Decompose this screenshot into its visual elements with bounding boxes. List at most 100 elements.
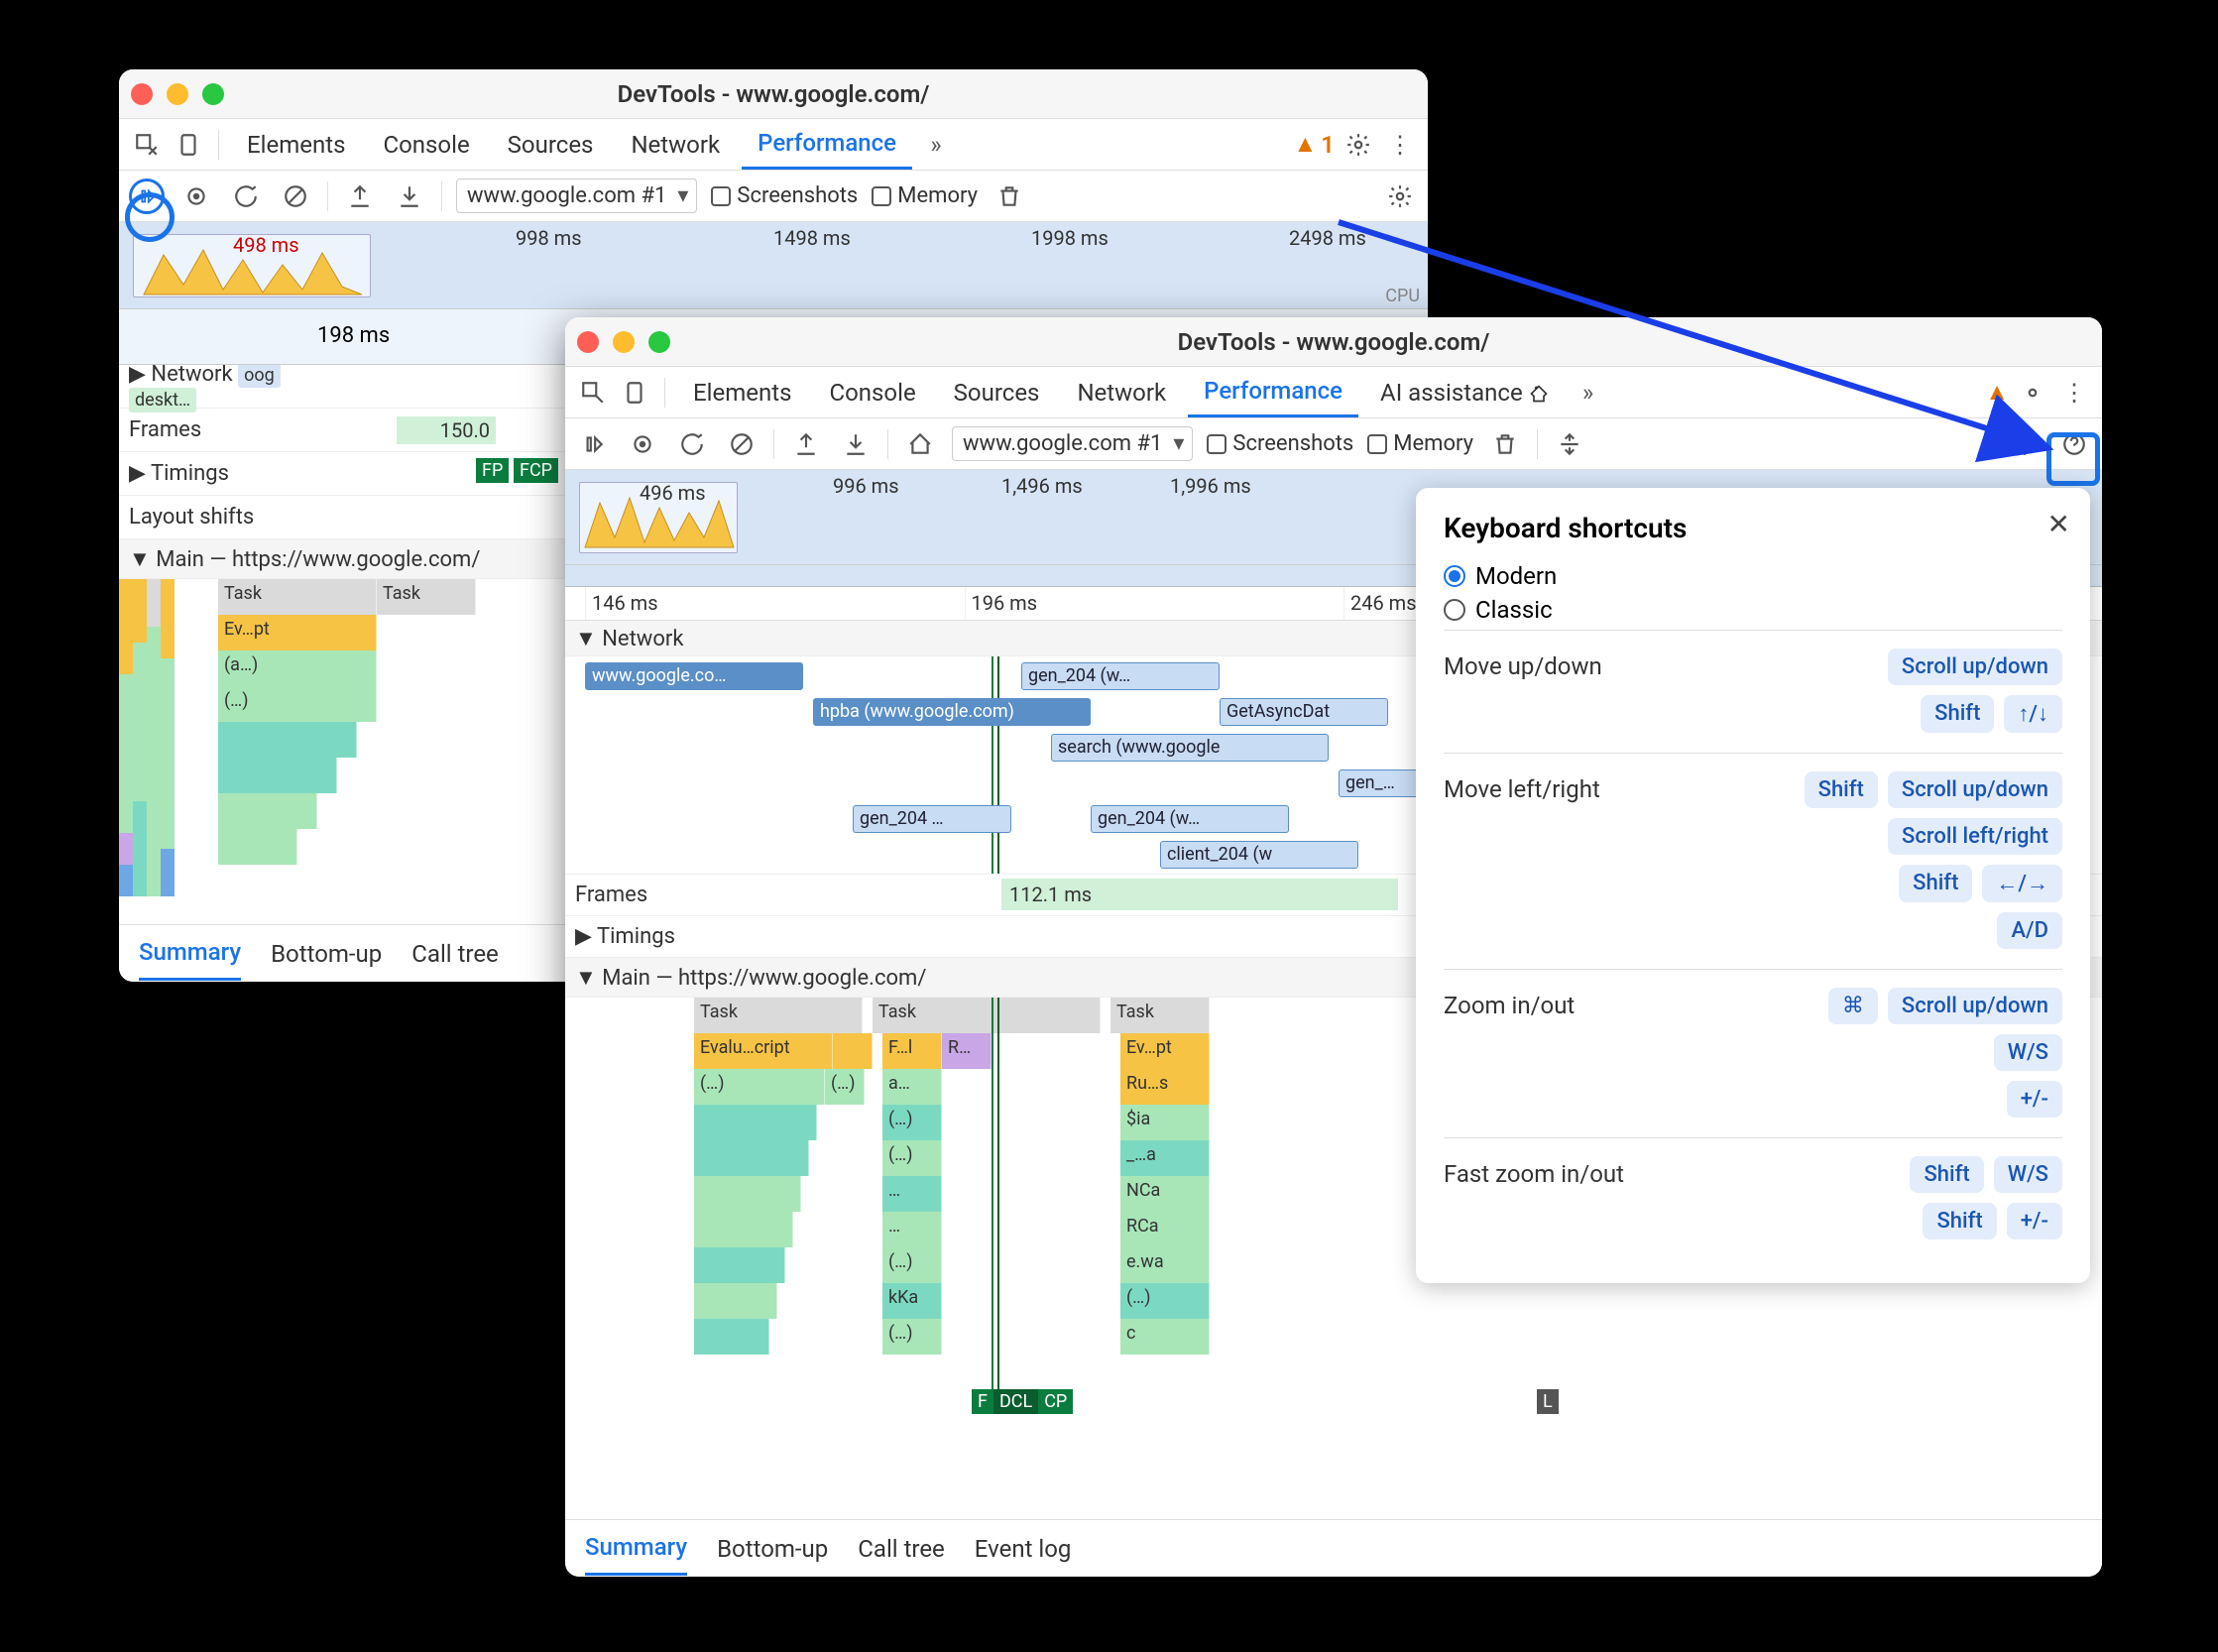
trash-icon[interactable] — [1487, 426, 1523, 462]
shortcut-key: Shift — [1923, 1203, 1996, 1239]
record-icon[interactable] — [625, 426, 660, 462]
recording-dropdown[interactable]: www.google.com #1 — [456, 178, 697, 213]
shortcut-label: Fast zoom in/out — [1444, 1156, 1910, 1188]
tab-sources[interactable]: Sources — [938, 369, 1056, 416]
trash-icon[interactable] — [992, 178, 1027, 214]
perf-toolbar: www.google.com #1 Screenshots Memory — [119, 171, 1428, 222]
tab-performance[interactable]: Performance — [742, 119, 912, 170]
reload-icon[interactable] — [228, 178, 264, 214]
overview-minimap-2: 496 ms — [579, 482, 738, 553]
overview-minimap: 498 ms — [133, 234, 371, 297]
shortcut-key: +/- — [2007, 1203, 2062, 1239]
bottomup-tab[interactable]: Bottom-up — [717, 1523, 828, 1575]
traffic-lights — [131, 83, 224, 105]
settings-icon[interactable] — [1382, 178, 1418, 214]
network-request[interactable]: gen_204 … — [853, 805, 1011, 833]
zoom-dot[interactable] — [202, 83, 224, 105]
inspect-icon[interactable] — [129, 127, 165, 163]
zoom-dot[interactable] — [648, 331, 670, 353]
network-request[interactable]: GetAsyncDat — [1220, 698, 1388, 726]
more-tabs-icon[interactable]: » — [918, 127, 954, 163]
gear-icon[interactable] — [2015, 375, 2050, 411]
download-icon[interactable] — [392, 178, 427, 214]
tab-elements[interactable]: Elements — [677, 369, 807, 416]
kebab-icon[interactable]: ⋮ — [1382, 127, 1418, 163]
minimize-dot[interactable] — [613, 331, 635, 353]
titlebar-2: DevTools - www.google.com/ — [565, 317, 2102, 367]
bottomup-tab[interactable]: Bottom-up — [271, 928, 382, 980]
settings-icon[interactable] — [2007, 426, 2043, 462]
summary-tabbar-2: Summary Bottom-up Call tree Event log — [565, 1519, 2102, 1577]
collapse-icon[interactable] — [1552, 426, 1587, 462]
device-icon[interactable] — [171, 127, 206, 163]
radio-classic[interactable]: Classic — [1444, 596, 2062, 624]
download-icon[interactable] — [838, 426, 874, 462]
network-request[interactable]: client_204 (w — [1160, 841, 1358, 869]
shortcut-key: Scroll up/down — [1888, 771, 2062, 808]
recording-dropdown-2[interactable]: www.google.com #1 — [952, 426, 1193, 461]
network-request[interactable]: www.google.co… — [585, 662, 803, 690]
issues-badge[interactable]: ▲ — [1985, 378, 2009, 407]
tab-elements[interactable]: Elements — [231, 121, 361, 169]
minimize-dot[interactable] — [167, 83, 188, 105]
gear-icon[interactable] — [1341, 127, 1376, 163]
summary-tab[interactable]: Summary — [585, 1521, 687, 1576]
calltree-tab[interactable]: Call tree — [411, 928, 499, 980]
tab-network[interactable]: Network — [1061, 369, 1182, 416]
tab-ai-assistance[interactable]: AI assistance — [1364, 369, 1565, 416]
reload-icon[interactable] — [674, 426, 710, 462]
eventlog-tab[interactable]: Event log — [975, 1523, 1072, 1575]
network-request[interactable]: search (www.google — [1051, 734, 1329, 762]
shortcut-key: ↑/↓ — [2004, 695, 2062, 733]
memory-checkbox-2[interactable]: Memory — [1367, 431, 1473, 456]
shortcut-key: Shift — [1921, 695, 1994, 733]
inspect-icon[interactable] — [575, 375, 611, 411]
shortcut-key: ←/→ — [1982, 865, 2062, 902]
upload-icon[interactable] — [788, 426, 824, 462]
network-request[interactable]: gen_204 (w… — [1021, 662, 1220, 690]
tab-console[interactable]: Console — [367, 121, 485, 169]
summary-tab[interactable]: Summary — [139, 926, 241, 981]
calltree-tab[interactable]: Call tree — [858, 1523, 945, 1575]
network-request[interactable]: gen_… — [1339, 769, 1428, 797]
shortcut-label: Move left/right — [1444, 771, 1805, 803]
screenshots-checkbox[interactable]: Screenshots — [711, 183, 858, 208]
perf-toolbar-2: www.google.com #1 Screenshots Memory — [565, 418, 2102, 470]
upload-icon[interactable] — [342, 178, 378, 214]
tab-console[interactable]: Console — [813, 369, 931, 416]
overview-cursor-label: 498 ms — [233, 233, 299, 257]
close-icon[interactable]: ✕ — [2047, 508, 2070, 540]
tab-sources[interactable]: Sources — [492, 121, 610, 169]
clear-icon[interactable] — [278, 178, 313, 214]
help-icon[interactable] — [2056, 426, 2092, 462]
record-icon[interactable] — [178, 178, 214, 214]
screenshots-checkbox-2[interactable]: Screenshots — [1207, 431, 1353, 456]
record-reload-icon[interactable] — [129, 178, 165, 214]
titlebar: DevTools - www.google.com/ — [119, 69, 1428, 119]
record-reload-icon[interactable] — [575, 426, 611, 462]
network-request[interactable]: gen_204 (w… — [1091, 805, 1289, 833]
overview-timeline[interactable]: 498 ms 998 ms 1498 ms 1998 ms 2498 ms CP… — [119, 222, 1428, 309]
close-dot[interactable] — [131, 83, 153, 105]
close-dot[interactable] — [577, 331, 599, 353]
tab-network[interactable]: Network — [615, 121, 736, 169]
tab-performance[interactable]: Performance — [1188, 367, 1358, 417]
network-request[interactable]: hpba (www.google.com) — [813, 698, 1091, 726]
shortcut-key: +/- — [2007, 1081, 2062, 1118]
shortcut-key: ⌘ — [1828, 988, 1878, 1024]
more-tabs-icon[interactable]: » — [1571, 375, 1606, 411]
shortcut-label: Move up/down — [1444, 649, 1888, 680]
popover-title: Keyboard shortcuts — [1444, 512, 2062, 544]
memory-checkbox[interactable]: Memory — [872, 183, 978, 208]
shortcut-key: Shift — [1899, 865, 1972, 902]
devtools-window-2: DevTools - www.google.com/ Elements Cons… — [565, 317, 2102, 1577]
shortcut-key: W/S — [1994, 1034, 2062, 1071]
shortcut-key: Shift — [1805, 771, 1878, 808]
window-title: DevTools - www.google.com/ — [618, 80, 930, 108]
clear-icon[interactable] — [724, 426, 759, 462]
kebab-icon[interactable]: ⋮ — [2056, 375, 2092, 411]
radio-modern[interactable]: Modern — [1444, 562, 2062, 590]
issues-badge[interactable]: ▲ 1 — [1294, 130, 1335, 159]
home-icon[interactable] — [902, 426, 938, 462]
device-icon[interactable] — [617, 375, 652, 411]
